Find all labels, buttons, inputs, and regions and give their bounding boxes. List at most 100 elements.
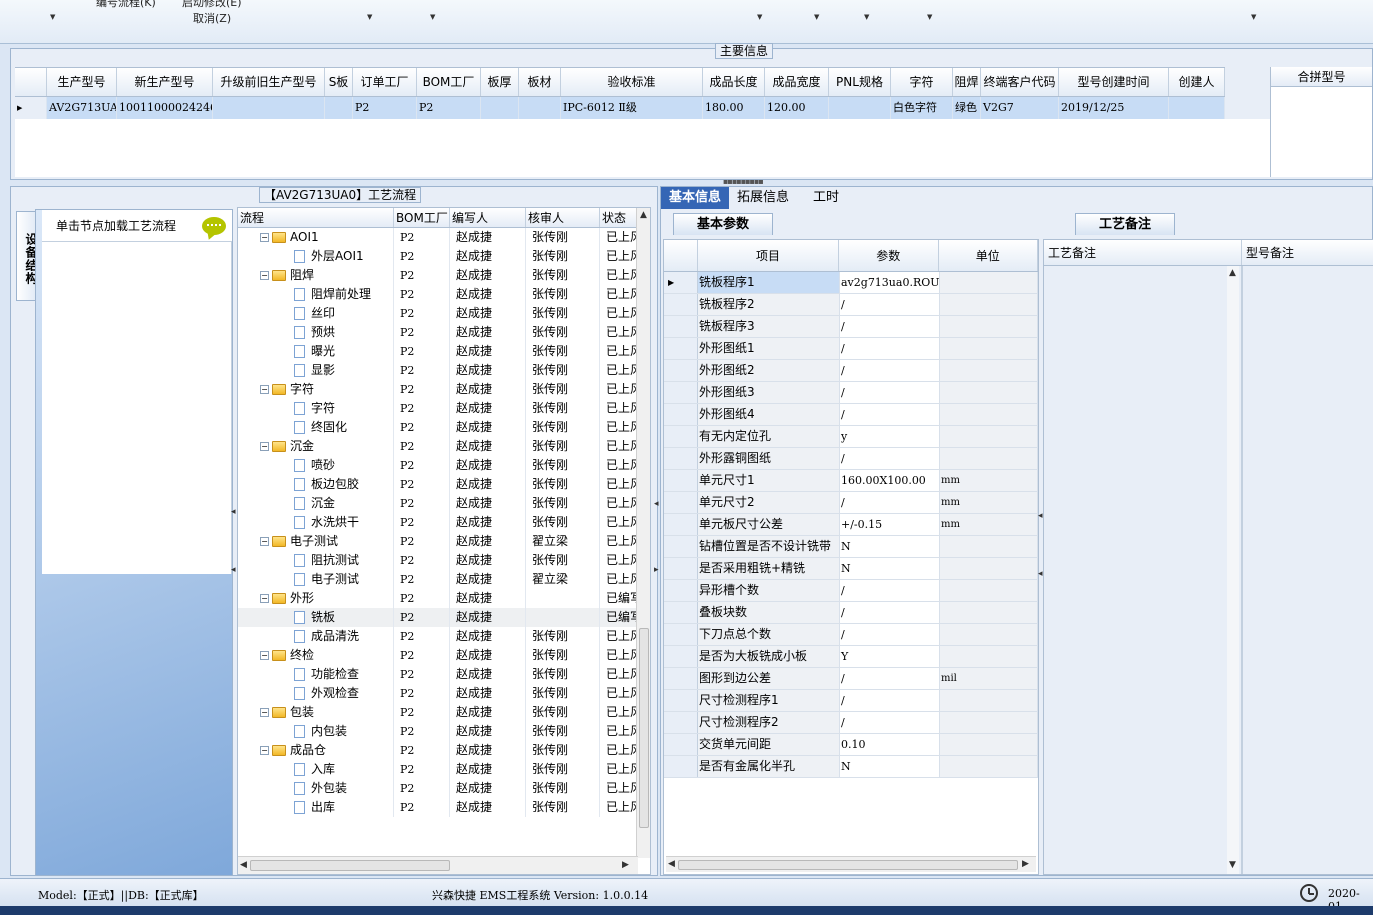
tree-node[interactable]: − 沉金	[244, 437, 393, 456]
param-value[interactable]: /	[840, 580, 940, 601]
param-value[interactable]: Y	[840, 646, 940, 667]
collapse-left-icon[interactable]: ◂	[231, 565, 236, 575]
dropdown-arrow-icon[interactable]: ▼	[1251, 13, 1256, 21]
param-row[interactable]: ▶ 铣板程序1 av2g713ua0.ROU	[664, 272, 1038, 294]
collapse-left-icon[interactable]: ◂	[231, 507, 236, 517]
tree-row[interactable]: − 电子测试 P2 赵成捷 翟立梁 已上风	[238, 532, 648, 551]
param-row[interactable]: 外形图纸1/	[664, 338, 1038, 360]
collapse-icon[interactable]: −	[260, 233, 269, 242]
param-value[interactable]: 0.10	[840, 734, 940, 755]
tree-row[interactable]: − 阻焊 P2 赵成捷 张传刚 已上风	[238, 266, 648, 285]
tree-row[interactable]: 终固化 P2 赵成捷 张传刚 已上风	[238, 418, 648, 437]
cell[interactable]	[1169, 97, 1225, 119]
tree-row[interactable]: 阻焊前处理 P2 赵成捷 张传刚 已上风	[238, 285, 648, 304]
column-header[interactable]: 编写人	[450, 208, 526, 227]
param-row[interactable]: 有无内定位孔 y	[664, 426, 1038, 448]
param-row[interactable]: 是否为大板铣成小板 Y	[664, 646, 1038, 668]
dropdown-arrow-icon[interactable]: ▼	[814, 13, 819, 21]
tree-node[interactable]: 外包装	[244, 779, 393, 798]
param-row[interactable]: 外形露铜图纸 /	[664, 448, 1038, 470]
tree-row[interactable]: 沉金 P2 赵成捷 张传刚 已上风	[238, 494, 648, 513]
collapse-icon[interactable]: −	[260, 385, 269, 394]
tree-row[interactable]: 外包装 P2 赵成捷 张传刚 已上风	[238, 779, 648, 798]
tree-node[interactable]: − 字符	[244, 380, 393, 399]
param-value[interactable]: N	[840, 536, 940, 557]
scrollbar-thumb[interactable]	[250, 860, 450, 871]
tree-row[interactable]: 水洗烘干 P2 赵成捷 张传刚 已上风	[238, 513, 648, 532]
column-header[interactable]: 终端客户代码	[981, 68, 1059, 96]
param-row[interactable]: 尺寸检测程序2/	[664, 712, 1038, 734]
tree-node[interactable]: 成品清洗	[244, 627, 393, 646]
column-header[interactable]: 成品宽度	[765, 68, 829, 96]
tree-node[interactable]: 字符	[244, 399, 393, 418]
tree-row[interactable]: − 沉金 P2 赵成捷 张传刚 已上风	[238, 437, 648, 456]
column-header[interactable]: 板厚	[481, 68, 519, 96]
param-row[interactable]: 异形槽个数 /	[664, 580, 1038, 602]
column-header[interactable]: 单位	[939, 240, 1038, 271]
collapse-icon[interactable]: −	[260, 651, 269, 660]
tree-row[interactable]: − 终检 P2 赵成捷 张传刚 已上风	[238, 646, 648, 665]
tree-row[interactable]: 电子测试 P2 赵成捷 翟立梁 已上风	[238, 570, 648, 589]
ribbon-label-start-edit[interactable]: 启动修改(E)	[182, 0, 242, 10]
param-value[interactable]: /	[840, 492, 940, 513]
collapse-icon[interactable]: −	[260, 537, 269, 546]
tree-row[interactable]: − 成品仓 P2 赵成捷 张传刚 已上风	[238, 741, 648, 760]
param-value[interactable]: /	[840, 624, 940, 645]
dropdown-arrow-icon[interactable]: ▼	[430, 13, 435, 21]
tree-row[interactable]: 板边包胶 P2 赵成捷 张传刚 已上风	[238, 475, 648, 494]
param-row[interactable]: 图形到边公差 / mil	[664, 668, 1038, 690]
tree-row[interactable]: 入库 P2 赵成捷 张传刚 已上风	[238, 760, 648, 779]
param-row[interactable]: 单元板尺寸公差 +/-0.15 mm	[664, 514, 1038, 536]
param-value[interactable]: /	[840, 360, 940, 381]
column-header[interactable]: 创建人	[1169, 68, 1225, 96]
scroll-down-icon[interactable]: ▼	[1229, 860, 1236, 870]
tree-row[interactable]: 字符 P2 赵成捷 张传刚 已上风	[238, 399, 648, 418]
horizontal-scrollbar[interactable]: ◀ ▶	[238, 856, 638, 874]
cell[interactable]: IPC-6012 Ⅱ级	[561, 97, 703, 119]
param-value[interactable]: +/-0.15	[840, 514, 940, 535]
tree-node[interactable]: − 电子测试	[244, 532, 393, 551]
tree-row[interactable]: − AOI1 P2 赵成捷 张传刚 已上风	[238, 228, 648, 247]
tree-row[interactable]: 外观检查 P2 赵成捷 张传刚 已上风	[238, 684, 648, 703]
param-value[interactable]: /	[840, 668, 940, 689]
tree-node[interactable]: 外观检查	[244, 684, 393, 703]
cell[interactable]: P2	[353, 97, 417, 119]
cell[interactable]: 绿色	[953, 97, 981, 119]
vertical-scrollbar[interactable]: ▲	[636, 208, 650, 858]
tree-row[interactable]: 内包装 P2 赵成捷 张传刚 已上风	[238, 722, 648, 741]
main-info-row[interactable]: ▶AV2G713UA010011000024246 P2P2 IPC-6012 Ⅱ级…	[15, 97, 1225, 119]
column-header[interactable]: 板材	[519, 68, 561, 96]
column-header[interactable]: 项目	[698, 240, 840, 271]
param-row[interactable]: 交货单元间距 0.10	[664, 734, 1038, 756]
tree-node[interactable]: 终固化	[244, 418, 393, 437]
dropdown-arrow-icon[interactable]: ▼	[927, 13, 932, 21]
cell[interactable]	[481, 97, 519, 119]
column-header[interactable]: 验收标准	[561, 68, 703, 96]
load-flow-hint[interactable]: 单击节点加载工艺流程	[42, 210, 232, 242]
tree-row[interactable]: 阻抗测试 P2 赵成捷 张传刚 已上风	[238, 551, 648, 570]
tree-node[interactable]: 曝光	[244, 342, 393, 361]
param-value[interactable]: 160.00X100.00	[840, 470, 940, 491]
tree-node[interactable]: 外层AOI1	[244, 247, 393, 266]
cell[interactable]: 白色字符	[891, 97, 953, 119]
param-row[interactable]: 铣板程序2/	[664, 294, 1038, 316]
param-value[interactable]: av2g713ua0.ROU	[840, 272, 940, 293]
cell[interactable]	[519, 97, 561, 119]
tree-node[interactable]: 阻焊前处理	[244, 285, 393, 304]
horizontal-scrollbar[interactable]: ◀ ▶	[666, 856, 1036, 872]
tree-node[interactable]: − 包装	[244, 703, 393, 722]
tree-row[interactable]: 出库 P2 赵成捷 张传刚 已上风	[238, 798, 648, 817]
collapse-right-icon[interactable]: ▸	[654, 565, 659, 575]
tree-row[interactable]: 丝印 P2 赵成捷 张传刚 已上风	[238, 304, 648, 323]
param-value[interactable]: /	[840, 448, 940, 469]
collapse-right-icon[interactable]: ◂	[1038, 511, 1043, 521]
cell[interactable]	[325, 97, 353, 119]
param-value[interactable]: N	[840, 558, 940, 579]
param-row[interactable]: 是否采用粗铣+精铣 N	[664, 558, 1038, 580]
param-value[interactable]: /	[840, 294, 940, 315]
tree-node[interactable]: 喷砂	[244, 456, 393, 475]
param-row[interactable]: 外形图纸3/	[664, 382, 1038, 404]
scroll-right-icon[interactable]: ▶	[622, 860, 629, 870]
cell[interactable]: AV2G713UA0	[47, 97, 117, 119]
column-header[interactable]: 字符	[891, 68, 953, 96]
